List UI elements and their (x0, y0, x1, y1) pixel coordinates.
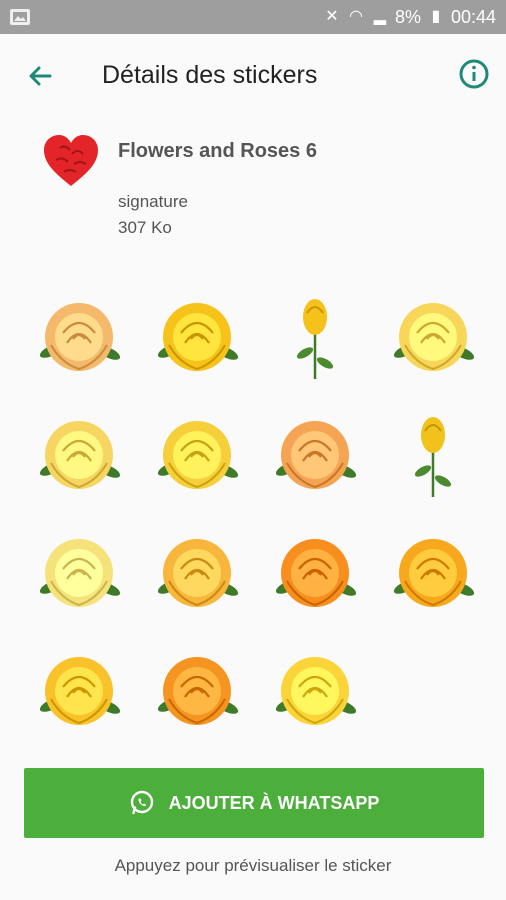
back-arrow-icon[interactable] (22, 58, 58, 94)
rose-icon (275, 539, 357, 607)
app-bar: Détails des stickers (0, 34, 506, 118)
add-button-label: AJOUTER À WHATSAPP (168, 792, 380, 813)
sticker-yellow-rose-pale[interactable] (374, 280, 492, 398)
rose-icon (393, 539, 475, 607)
rose-icon (157, 421, 239, 489)
clock: 00:44 (450, 6, 496, 27)
rose-icon (296, 299, 334, 379)
sticker-yellow-rose-bouquet[interactable] (20, 516, 138, 634)
pack-header: Flowers and Roses 6 signature 307 Ko (0, 118, 506, 278)
rose-icon (39, 657, 121, 725)
rose-icon (157, 657, 239, 725)
sticker-orange-rose-soft[interactable] (256, 398, 374, 516)
sticker-yellow-rose-side[interactable] (20, 634, 138, 752)
status-bar: ✕ ◠ ▂ 8% ▮ 00:44 (0, 0, 506, 34)
sticker-orange-rose-deep[interactable] (138, 634, 256, 752)
pack-name: Flowers and Roses 6 (118, 140, 317, 162)
preview-hint: Appuyez pour prévisualiser le sticker (114, 856, 392, 875)
sticker-yellow-rose-large[interactable] (20, 398, 138, 516)
signal-icon: ▂ (373, 8, 387, 25)
heart-rose-icon (44, 135, 98, 186)
rose-icon (39, 539, 121, 607)
battery-icon: ▮ (431, 8, 441, 25)
sticker-yellow-rose-leaves[interactable] (138, 280, 256, 398)
gallery-notification-icon (10, 9, 30, 25)
sticker-yellow-rosebud-stem[interactable] (256, 280, 374, 398)
wifi-icon: ◠ (348, 8, 363, 25)
sticker-peach-rose-cluster[interactable] (20, 280, 138, 398)
pack-size: 307 Ko (118, 218, 172, 237)
rose-icon (157, 539, 239, 607)
rose-icon (275, 421, 357, 489)
sticker-yellow-rosebud-long-stem[interactable] (374, 398, 492, 516)
rose-icon (39, 303, 121, 371)
mute-icon: ✕ (325, 8, 339, 25)
sticker-golden-rose[interactable] (374, 516, 492, 634)
rose-icon (39, 421, 121, 489)
sticker-yellow-rose-with-leaves[interactable] (138, 398, 256, 516)
sticker-grid (20, 280, 492, 752)
sticker-orange-yellow-rose[interactable] (138, 516, 256, 634)
add-to-whatsapp-button[interactable]: AJOUTER À WHATSAPP (24, 768, 484, 838)
pack-author: signature (118, 192, 188, 211)
whatsapp-icon (130, 790, 153, 815)
rose-icon (275, 657, 357, 725)
sticker-yellow-rose-bright[interactable] (256, 634, 374, 752)
rose-icon (393, 303, 475, 371)
sticker-orange-rose-leaves[interactable] (256, 516, 374, 634)
battery-percent: 8% (394, 6, 421, 27)
page-title: Détails des stickers (102, 61, 318, 89)
rose-icon (414, 417, 452, 497)
info-icon[interactable] (456, 56, 492, 92)
rose-icon (157, 303, 239, 371)
